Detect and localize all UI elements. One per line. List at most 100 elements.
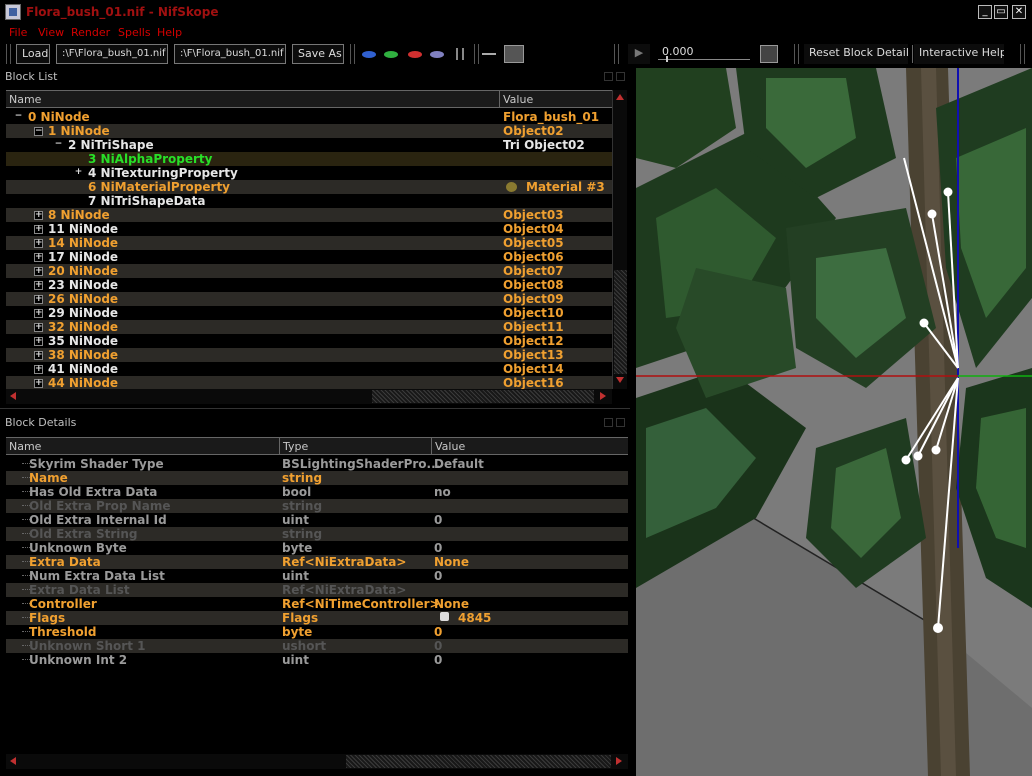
float-panel-icon[interactable] — [604, 72, 613, 81]
detail-row[interactable]: Extra Data List Ref<NiExtraData> — [6, 583, 628, 597]
collapse-icon[interactable]: − — [34, 127, 43, 136]
block-row[interactable]: 7 NiTriShapeData — [6, 194, 612, 208]
expand-icon[interactable]: + — [34, 281, 43, 290]
block-row[interactable]: +26 NiNode Object09 — [6, 292, 612, 306]
walk-mode-icon[interactable] — [456, 48, 464, 60]
block-row[interactable]: +17 NiNode Object06 — [6, 250, 612, 264]
maximize-button[interactable]: ▭ — [994, 5, 1008, 19]
expand-icon[interactable]: + — [34, 309, 43, 318]
block-row[interactable]: −2 NiTriShape Tri Object02 — [6, 138, 612, 152]
detail-row[interactable]: Num Extra Data List uint 0 — [6, 569, 628, 583]
block-row[interactable]: +11 NiNode Object04 — [6, 222, 612, 236]
scroll-right-icon[interactable] — [600, 392, 606, 400]
expand-icon[interactable]: + — [34, 295, 43, 304]
reset-block-details-button[interactable]: Reset Block Details — [804, 44, 908, 64]
load-path-field[interactable]: :\F\Flora_bush_01.nif — [56, 44, 168, 64]
view-side-icon[interactable] — [408, 51, 422, 58]
axis-icon[interactable] — [482, 53, 496, 65]
field-value[interactable]: None — [434, 555, 469, 569]
close-panel-icon[interactable] — [616, 418, 625, 427]
3d-viewport[interactable] — [636, 68, 1032, 776]
view-top-icon[interactable] — [362, 51, 376, 58]
field-value[interactable]: 0 — [434, 653, 442, 667]
block-row[interactable]: 3 NiAlphaProperty — [6, 152, 612, 166]
column-separator[interactable] — [279, 438, 280, 454]
loop-icon[interactable] — [760, 45, 778, 63]
block-row[interactable]: +14 NiNode Object05 — [6, 236, 612, 250]
scroll-right-icon[interactable] — [616, 757, 622, 765]
scroll-left-icon[interactable] — [10, 757, 16, 765]
column-separator[interactable] — [499, 91, 500, 107]
expand-icon[interactable]: + — [34, 351, 43, 360]
block-details-hscrollbar[interactable] — [6, 754, 628, 769]
detail-row[interactable]: Name string — [6, 471, 628, 485]
time-handle[interactable] — [666, 56, 668, 62]
block-list-vscrollbar[interactable] — [612, 90, 627, 389]
block-row[interactable]: +35 NiNode Object12 — [6, 334, 612, 348]
block-row[interactable]: −1 NiNode Object02 — [6, 124, 612, 138]
panel-splitter[interactable] — [0, 408, 630, 411]
menu-view[interactable]: View — [38, 26, 64, 39]
toolbar-grip[interactable] — [614, 44, 619, 64]
block-row[interactable]: +23 NiNode Object08 — [6, 278, 612, 292]
detail-row[interactable]: Unknown Byte byte 0 — [6, 541, 628, 555]
view-front-icon[interactable] — [384, 51, 398, 58]
toolbar-grip[interactable] — [6, 44, 11, 64]
expand-icon[interactable]: + — [34, 253, 43, 262]
field-value[interactable]: 0 — [434, 541, 442, 555]
expand-icon[interactable]: + — [34, 211, 43, 220]
column-value[interactable]: Value — [435, 440, 465, 453]
field-value[interactable]: no — [434, 485, 451, 499]
float-panel-icon[interactable] — [604, 418, 613, 427]
detail-row[interactable]: Threshold byte 0 — [6, 625, 628, 639]
time-slider[interactable]: 0.000 — [658, 44, 750, 62]
minimize-button[interactable]: _ — [978, 5, 992, 19]
detail-row[interactable]: Flags Flags 4845 — [6, 611, 628, 625]
block-row[interactable]: +29 NiNode Object10 — [6, 306, 612, 320]
toolbar-grip[interactable] — [350, 44, 355, 64]
scroll-left-icon[interactable] — [10, 392, 16, 400]
block-row[interactable]: +38 NiNode Object13 — [6, 348, 612, 362]
scroll-down-icon[interactable] — [616, 377, 624, 383]
collapse-icon[interactable]: − — [14, 112, 23, 122]
toolbar-grip[interactable] — [1020, 44, 1025, 64]
block-row[interactable]: +44 NiNode Object16 — [6, 376, 612, 390]
toolbar-grip[interactable] — [794, 44, 799, 64]
column-name[interactable]: Name — [9, 440, 41, 453]
expand-icon[interactable]: + — [34, 267, 43, 276]
scroll-thumb[interactable] — [372, 390, 594, 403]
scroll-thumb[interactable] — [346, 755, 611, 768]
detail-row[interactable]: Controller Ref<NiTimeController> None — [6, 597, 628, 611]
collapse-icon[interactable]: − — [54, 140, 63, 150]
menu-render[interactable]: Render — [71, 26, 110, 39]
scroll-thumb[interactable] — [614, 270, 627, 374]
block-row[interactable]: 6 NiMaterialProperty Material #3 — [6, 180, 612, 194]
block-row[interactable]: +4 NiTexturingProperty — [6, 166, 612, 180]
column-name[interactable]: Name — [9, 93, 41, 106]
field-value[interactable]: 0 — [434, 625, 442, 639]
detail-row[interactable]: Unknown Int 2 uint 0 — [6, 653, 628, 667]
expand-icon[interactable]: + — [34, 239, 43, 248]
expand-icon[interactable]: + — [34, 225, 43, 234]
detail-row[interactable]: Old Extra String string — [6, 527, 628, 541]
column-value[interactable]: Value — [503, 93, 533, 106]
block-row[interactable]: +8 NiNode Object03 — [6, 208, 612, 222]
scroll-up-icon[interactable] — [616, 94, 624, 100]
expand-icon[interactable]: + — [34, 379, 43, 388]
field-value[interactable]: 0 — [434, 513, 442, 527]
block-row[interactable]: +41 NiNode Object14 — [6, 362, 612, 376]
detail-row[interactable]: Old Extra Prop Name string — [6, 499, 628, 513]
play-button[interactable]: ▶ — [628, 44, 650, 64]
detail-row[interactable]: Has Old Extra Data bool no — [6, 485, 628, 499]
expand-icon[interactable]: + — [74, 168, 83, 178]
field-value[interactable]: 0 — [434, 639, 442, 653]
flags-icon[interactable] — [440, 612, 449, 621]
interactive-help-button[interactable]: Interactive Help — [914, 44, 1004, 64]
field-value[interactable]: Default — [434, 457, 484, 471]
toolbar-grip[interactable] — [474, 44, 479, 64]
column-separator[interactable] — [431, 438, 432, 454]
field-value[interactable]: 0 — [434, 569, 442, 583]
detail-row[interactable]: Extra Data Ref<NiExtraData> None — [6, 555, 628, 569]
close-panel-icon[interactable] — [616, 72, 625, 81]
block-list-hscrollbar[interactable] — [6, 389, 612, 404]
